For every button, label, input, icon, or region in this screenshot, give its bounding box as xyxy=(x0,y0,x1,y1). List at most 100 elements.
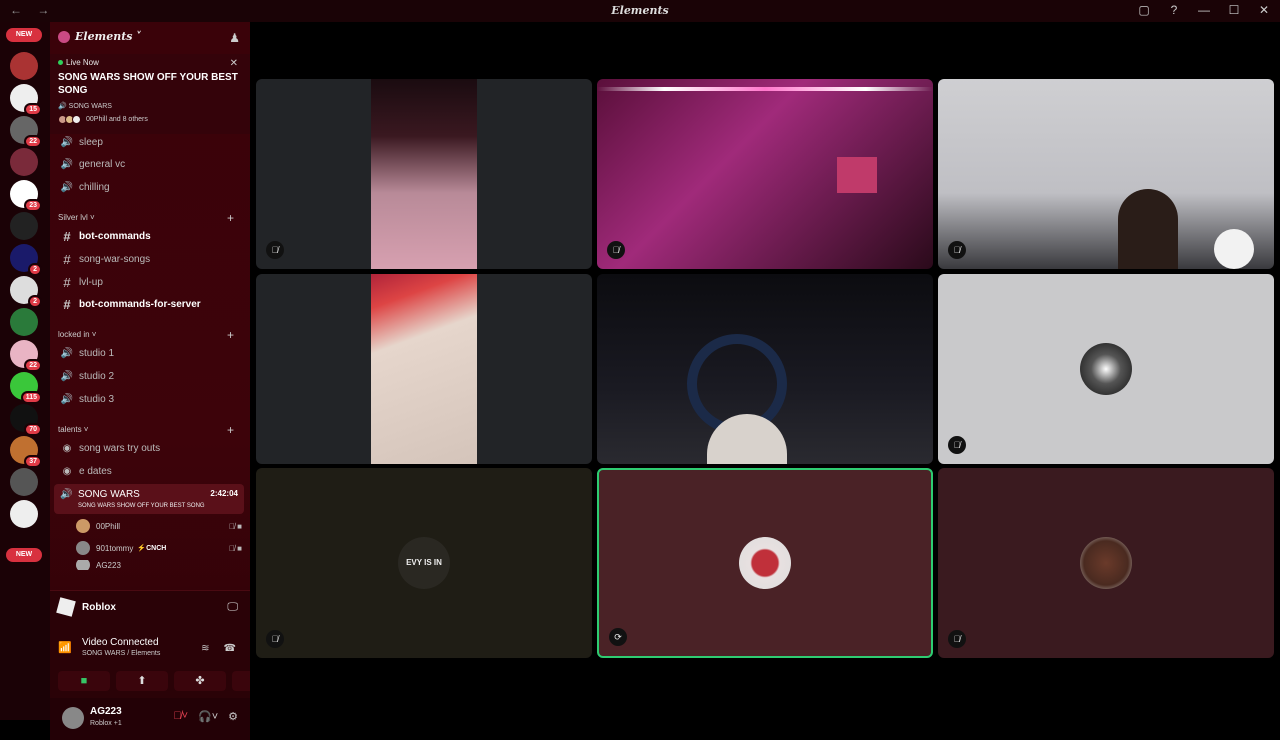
add-channel-icon[interactable]: + xyxy=(227,328,234,342)
voice-channel-studio-1[interactable]: 🔊 studio 1 xyxy=(58,343,242,363)
server-icon[interactable]: 115 xyxy=(10,372,42,404)
mic-off-icon: 🎙̸ xyxy=(266,630,284,648)
avatar xyxy=(739,537,791,589)
screen-share-button[interactable]: ⬆ xyxy=(116,671,168,691)
speaker-icon: 🔊 xyxy=(60,489,73,500)
mention-badge: 2 xyxy=(28,263,42,276)
video-tile[interactable]: 🎙̸ xyxy=(938,468,1274,658)
voice-channel-studio-3[interactable]: 🔊 studio 3 xyxy=(58,389,242,409)
voice-channel-sleep[interactable]: 🔊 sleep xyxy=(58,132,242,152)
stream-icon: ⟳ xyxy=(609,628,627,646)
video-tile[interactable]: 🎙̸ xyxy=(938,79,1274,269)
server-icon[interactable] xyxy=(10,308,38,336)
avatar[interactable] xyxy=(62,707,84,729)
server-icon[interactable] xyxy=(10,500,38,528)
noise-suppression-icon[interactable]: ≋ xyxy=(201,643,209,654)
speaker-icon: 🔊 xyxy=(60,136,74,148)
stage-channel-e-dates[interactable]: ◉ e dates xyxy=(58,461,242,481)
guild-header[interactable]: Elements ˅ xyxy=(58,30,142,43)
avatar xyxy=(76,519,90,533)
voice-channel-general-vc[interactable]: 🔊 general vc xyxy=(58,154,242,174)
mention-badge: 15 xyxy=(24,103,42,116)
mic-off-icon: 🎙̸ xyxy=(948,630,966,648)
hash-icon: # xyxy=(63,228,71,244)
video-tile-speaking[interactable]: ⟳ xyxy=(597,468,933,658)
server-icon[interactable] xyxy=(10,52,38,80)
mic-off-icon: 🎙̸ xyxy=(948,241,966,259)
voice-channel-song-wars[interactable]: 🔊 SONG WARS 2:42:04 SONG WARS SHOW OFF Y… xyxy=(54,484,244,514)
server-icon[interactable] xyxy=(10,212,38,240)
speaker-icon: 🔊 xyxy=(60,370,74,382)
activities-button[interactable]: ✤ xyxy=(174,671,226,691)
text-channel-bot-commands[interactable]: # bot-commands xyxy=(58,226,242,246)
new-badge[interactable]: NEW xyxy=(6,28,42,42)
stage-icon: ◉ xyxy=(62,465,72,477)
server-icon[interactable] xyxy=(10,148,38,176)
speaker-icon: 🔊 xyxy=(60,347,74,359)
server-list: NEW 15 22 23 2 2 22 115 70 37 NEW xyxy=(0,22,50,720)
category-silver-lvl[interactable]: Silver lvl ˅ + xyxy=(58,211,242,225)
add-channel-icon[interactable]: + xyxy=(227,423,234,437)
invite-icon[interactable]: ♟ xyxy=(229,31,240,45)
server-icon[interactable]: 22 xyxy=(10,116,42,148)
guild-name: Elements ˅ xyxy=(75,30,142,43)
mention-badge: 23 xyxy=(24,199,42,212)
inbox-icon[interactable]: ▢ xyxy=(1136,3,1152,17)
video-tile[interactable]: 🎙̸ xyxy=(597,79,933,269)
mic-off-icon: 🎙̸ xyxy=(607,241,625,259)
text-channel-lvl-up[interactable]: # lvl-up xyxy=(58,272,242,292)
voice-channel-chilling[interactable]: 🔊 chilling xyxy=(58,177,242,197)
mention-badge: 37 xyxy=(24,455,42,468)
mic-muted-icon[interactable]: 🎙̸˅ xyxy=(173,710,188,723)
voice-user[interactable]: 901tommy ⚡CNCH 🎙̸ ■ xyxy=(76,538,242,558)
video-tile[interactable] xyxy=(597,274,933,464)
voice-channel-studio-2[interactable]: 🔊 studio 2 xyxy=(58,366,242,386)
channel-topic: SONG WARS SHOW OFF YOUR BEST SONG xyxy=(78,503,205,509)
category-locked-in[interactable]: locked in ˅ + xyxy=(58,328,242,342)
new-badge[interactable]: NEW xyxy=(6,548,42,562)
help-icon[interactable]: ? xyxy=(1166,3,1182,17)
settings-gear-icon[interactable]: ⚙ xyxy=(228,710,238,723)
camera-button[interactable]: ■ xyxy=(58,671,110,691)
speaker-icon: 🔊 xyxy=(60,393,74,405)
window-title: Elements xyxy=(611,4,669,17)
headphones-icon[interactable]: 🎧˅ xyxy=(198,710,218,723)
server-icon[interactable]: 70 xyxy=(10,404,42,436)
stage-channel-song-wars-try-outs[interactable]: ◉ song wars try outs xyxy=(58,438,242,458)
voice-user[interactable]: 00Phill 🎙̸ ■ xyxy=(76,516,242,536)
screen-share-icon[interactable]: 🖵 xyxy=(227,601,238,614)
close-icon[interactable]: ✕ xyxy=(230,58,238,69)
category-talents[interactable]: talents ˅ + xyxy=(58,423,242,437)
signal-icon: 📶 xyxy=(58,642,72,654)
username: AG223 xyxy=(90,706,122,717)
disconnect-icon[interactable]: ☎ xyxy=(224,643,236,654)
server-icon[interactable]: 23 xyxy=(10,180,42,212)
channel-timer: 2:42:04 xyxy=(210,489,238,498)
live-title: SONG WARS SHOW OFF YOUR BEST SONG xyxy=(58,72,238,96)
live-stage-banner[interactable]: Live Now ✕ SONG WARS SHOW OFF YOUR BEST … xyxy=(50,54,250,134)
live-users: 00Phill and 8 others xyxy=(58,115,242,124)
server-icon[interactable]: 2 xyxy=(10,276,42,308)
server-icon[interactable]: 2 xyxy=(10,244,42,276)
maximize-button[interactable]: ☐ xyxy=(1226,3,1242,17)
minimize-button[interactable]: — xyxy=(1196,3,1212,17)
server-icon[interactable] xyxy=(10,468,38,496)
voice-user[interactable]: AG223 xyxy=(76,560,242,570)
text-channel-bot-commands-for-server[interactable]: # bot-commands-for-server xyxy=(58,294,242,314)
hash-icon: # xyxy=(63,251,71,267)
server-icon[interactable]: 37 xyxy=(10,436,42,468)
window-controls: ▢ ? — ☐ ✕ xyxy=(1136,3,1272,17)
add-channel-icon[interactable]: + xyxy=(227,211,234,225)
video-tile[interactable]: 🎙̸ xyxy=(256,79,592,269)
server-icon[interactable]: 22 xyxy=(10,340,42,372)
close-button[interactable]: ✕ xyxy=(1256,3,1272,17)
muted-camera-icon: 🎙̸ ■ xyxy=(228,521,242,531)
video-tile[interactable]: 🎙̸ xyxy=(938,274,1274,464)
server-icon[interactable]: 15 xyxy=(10,84,42,116)
text-channel-song-war-songs[interactable]: # song-war-songs xyxy=(58,249,242,269)
activity-status[interactable]: Roblox xyxy=(56,597,116,617)
user-controls: 🎙̸˅ 🎧˅ ⚙ xyxy=(173,710,238,723)
video-tile[interactable] xyxy=(256,274,592,464)
video-tile[interactable]: EVY IS IN 🎙̸ xyxy=(256,468,592,658)
avatar xyxy=(1080,343,1132,395)
